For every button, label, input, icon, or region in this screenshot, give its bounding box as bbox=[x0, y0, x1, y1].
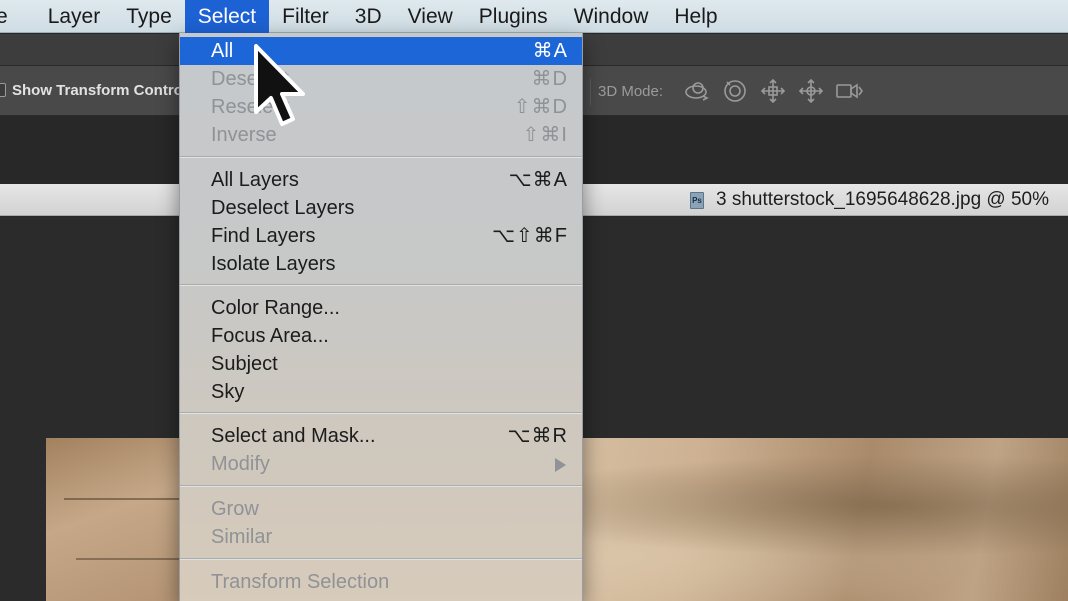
3d-mode-label: 3D Mode: bbox=[598, 83, 664, 100]
menu-item-all[interactable]: All ⌘A bbox=[180, 37, 582, 65]
menu-item-deselect-layers[interactable]: Deselect Layers bbox=[180, 194, 582, 222]
menu-plugins[interactable]: Plugins bbox=[466, 0, 561, 33]
menu-item-label: Isolate Layers bbox=[211, 253, 336, 275]
3d-drag-icon[interactable] bbox=[759, 78, 787, 104]
menu-item-grow[interactable]: Grow bbox=[180, 495, 582, 523]
3d-orbit-icon[interactable] bbox=[683, 78, 711, 104]
menu-item-shortcut: ⇧⌘D bbox=[513, 96, 568, 118]
show-transform-controls-checkbox[interactable] bbox=[0, 83, 6, 97]
3d-slide-icon[interactable] bbox=[797, 78, 825, 104]
menu-item-shortcut: ⌥⌘A bbox=[508, 169, 568, 191]
menu-separator bbox=[180, 485, 582, 487]
mouse-cursor-icon bbox=[252, 44, 310, 130]
menu-item-inverse[interactable]: Inverse ⇧⌘I bbox=[180, 121, 582, 149]
menu-item-focus-area[interactable]: Focus Area... bbox=[180, 322, 582, 350]
menu-separator bbox=[180, 156, 582, 158]
menu-item-label: Select and Mask... bbox=[211, 425, 376, 447]
menu-item-label: All Layers bbox=[211, 169, 299, 191]
options-divider bbox=[590, 78, 591, 106]
menu-item-color-range[interactable]: Color Range... bbox=[180, 294, 582, 322]
menu-item-transform-selection[interactable]: Transform Selection bbox=[180, 568, 582, 596]
menu-separator bbox=[180, 558, 582, 560]
submenu-arrow-icon bbox=[555, 458, 566, 472]
menu-item-find-layers[interactable]: Find Layers ⌥⇧⌘F bbox=[180, 222, 582, 250]
menu-item-similar[interactable]: Similar bbox=[180, 523, 582, 551]
document-tab-title[interactable]: 3 shutterstock_1695648628.jpg @ 50% bbox=[716, 189, 1049, 211]
menu-image[interactable]: e bbox=[0, 0, 35, 33]
menu-window[interactable]: Window bbox=[561, 0, 662, 33]
menu-separator bbox=[180, 412, 582, 414]
3d-roll-icon[interactable] bbox=[721, 78, 749, 104]
menu-view[interactable]: View bbox=[395, 0, 466, 33]
menu-item-label: Color Range... bbox=[211, 297, 340, 319]
menu-item-shortcut: ⌘A bbox=[532, 40, 568, 62]
menu-bar: e Layer Type Select Filter 3D View Plugi… bbox=[0, 0, 1068, 33]
photoshop-document-icon: Ps bbox=[690, 192, 704, 209]
select-menu-dropdown: All ⌘A Deselect ⌘D Reselect ⇧⌘D Inverse … bbox=[179, 33, 583, 601]
menu-item-reselect[interactable]: Reselect ⇧⌘D bbox=[180, 93, 582, 121]
menu-item-subject[interactable]: Subject bbox=[180, 350, 582, 378]
menu-layer[interactable]: Layer bbox=[35, 0, 114, 33]
menu-item-shortcut: ⌥⇧⌘F bbox=[491, 225, 568, 247]
menu-item-deselect[interactable]: Deselect ⌘D bbox=[180, 65, 582, 93]
menu-filter[interactable]: Filter bbox=[269, 0, 342, 33]
menu-help[interactable]: Help bbox=[661, 0, 730, 33]
menu-type[interactable]: Type bbox=[113, 0, 185, 33]
menu-item-modify[interactable]: Modify bbox=[180, 450, 582, 478]
menu-item-label: Grow bbox=[211, 498, 259, 520]
menu-item-label: Deselect Layers bbox=[211, 197, 355, 219]
menu-item-sky[interactable]: Sky bbox=[180, 378, 582, 406]
3d-camera-icon[interactable] bbox=[835, 78, 863, 104]
menu-item-label: Subject bbox=[211, 353, 278, 375]
menu-item-label: All bbox=[211, 40, 234, 62]
menu-item-shortcut: ⌘D bbox=[531, 68, 568, 90]
menu-separator bbox=[180, 284, 582, 286]
menu-item-shortcut: ⌥⌘R bbox=[507, 425, 568, 447]
show-transform-controls-label: Show Transform Control bbox=[12, 82, 188, 99]
menu-item-label: Similar bbox=[211, 526, 273, 548]
menu-item-label: Sky bbox=[211, 381, 245, 403]
menu-item-all-layers[interactable]: All Layers ⌥⌘A bbox=[180, 166, 582, 194]
menu-select[interactable]: Select bbox=[184, 0, 270, 33]
document-image-left-edge bbox=[46, 438, 186, 601]
menu-item-isolate-layers[interactable]: Isolate Layers bbox=[180, 250, 582, 278]
menu-item-label: Transform Selection bbox=[211, 571, 390, 593]
menu-item-label: Focus Area... bbox=[211, 325, 329, 347]
menu-item-shortcut: ⇧⌘I bbox=[522, 124, 568, 146]
menu-item-label: Find Layers bbox=[211, 225, 316, 247]
menu-3d[interactable]: 3D bbox=[342, 0, 395, 33]
menu-item-label: Modify bbox=[211, 453, 270, 475]
menu-item-select-and-mask[interactable]: Select and Mask... ⌥⌘R bbox=[180, 422, 582, 450]
